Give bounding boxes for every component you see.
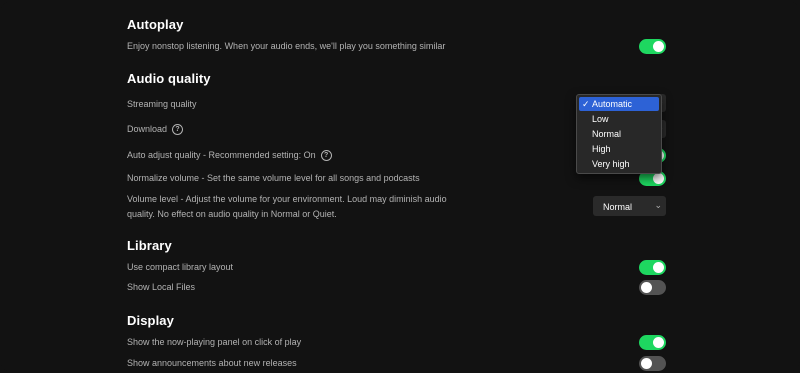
- toggle-knob: [653, 173, 664, 184]
- section-title-audio-quality: Audio quality: [127, 71, 211, 86]
- dropdown-option-low[interactable]: Low: [579, 112, 659, 126]
- streaming-quality-label: Streaming quality: [127, 99, 197, 109]
- dropdown-option-label: Low: [592, 114, 609, 124]
- auto-adjust-label: Auto adjust quality - Recommended settin…: [127, 150, 316, 160]
- toggle-knob: [653, 337, 664, 348]
- dropdown-option-normal[interactable]: Normal: [579, 127, 659, 141]
- toggle-knob: [653, 41, 664, 52]
- toggle-knob: [641, 282, 652, 293]
- compact-library-toggle[interactable]: [639, 260, 666, 275]
- help-circle-icon[interactable]: ?: [172, 124, 184, 136]
- dropdown-option-label: Automatic: [592, 99, 633, 109]
- volume-level-value: Normal: [603, 202, 633, 212]
- dropdown-option-label: High: [592, 144, 611, 154]
- help-circle-icon[interactable]: ?: [320, 150, 332, 162]
- toggle-knob: [653, 262, 664, 273]
- dropdown-option-label: Normal: [592, 129, 622, 139]
- autoplay-description: Enjoy nonstop listening. When your audio…: [127, 41, 446, 51]
- toggle-knob: [641, 358, 652, 369]
- dropdown-option-automatic[interactable]: ✓ Automatic: [579, 97, 659, 111]
- dropdown-option-very-high[interactable]: Very high: [579, 157, 659, 171]
- autoplay-toggle[interactable]: [639, 39, 666, 54]
- announcements-toggle[interactable]: [639, 356, 666, 371]
- compact-library-label: Use compact library layout: [127, 262, 234, 272]
- volume-level-select[interactable]: Normal ⌄: [593, 196, 666, 216]
- download-label-row: Download?: [127, 122, 184, 137]
- local-files-label: Show Local Files: [127, 282, 196, 292]
- section-title-autoplay: Autoplay: [127, 17, 184, 32]
- download-label: Download: [127, 124, 168, 134]
- chevron-down-icon: ⌄: [654, 200, 662, 210]
- now-playing-panel-label: Show the now-playing panel on click of p…: [127, 337, 302, 347]
- dropdown-option-high[interactable]: High: [579, 142, 659, 156]
- section-title-library: Library: [127, 238, 172, 253]
- announcements-label: Show announcements about new releases: [127, 358, 297, 368]
- local-files-toggle[interactable]: [639, 280, 666, 295]
- now-playing-panel-toggle[interactable]: [639, 335, 666, 350]
- volume-level-label: Volume level - Adjust the volume for you…: [127, 194, 447, 219]
- auto-adjust-label-row: Auto adjust quality - Recommended settin…: [127, 148, 332, 163]
- dropdown-option-label: Very high: [592, 159, 630, 169]
- section-title-display: Display: [127, 313, 174, 328]
- streaming-quality-dropdown: ✓ Automatic Low Normal High Very high: [576, 94, 662, 174]
- checkmark-icon: ✓: [582, 99, 590, 109]
- settings-window: Autoplay Enjoy nonstop listening. When y…: [0, 0, 800, 373]
- normalize-volume-label: Normalize volume - Set the same volume l…: [127, 173, 420, 183]
